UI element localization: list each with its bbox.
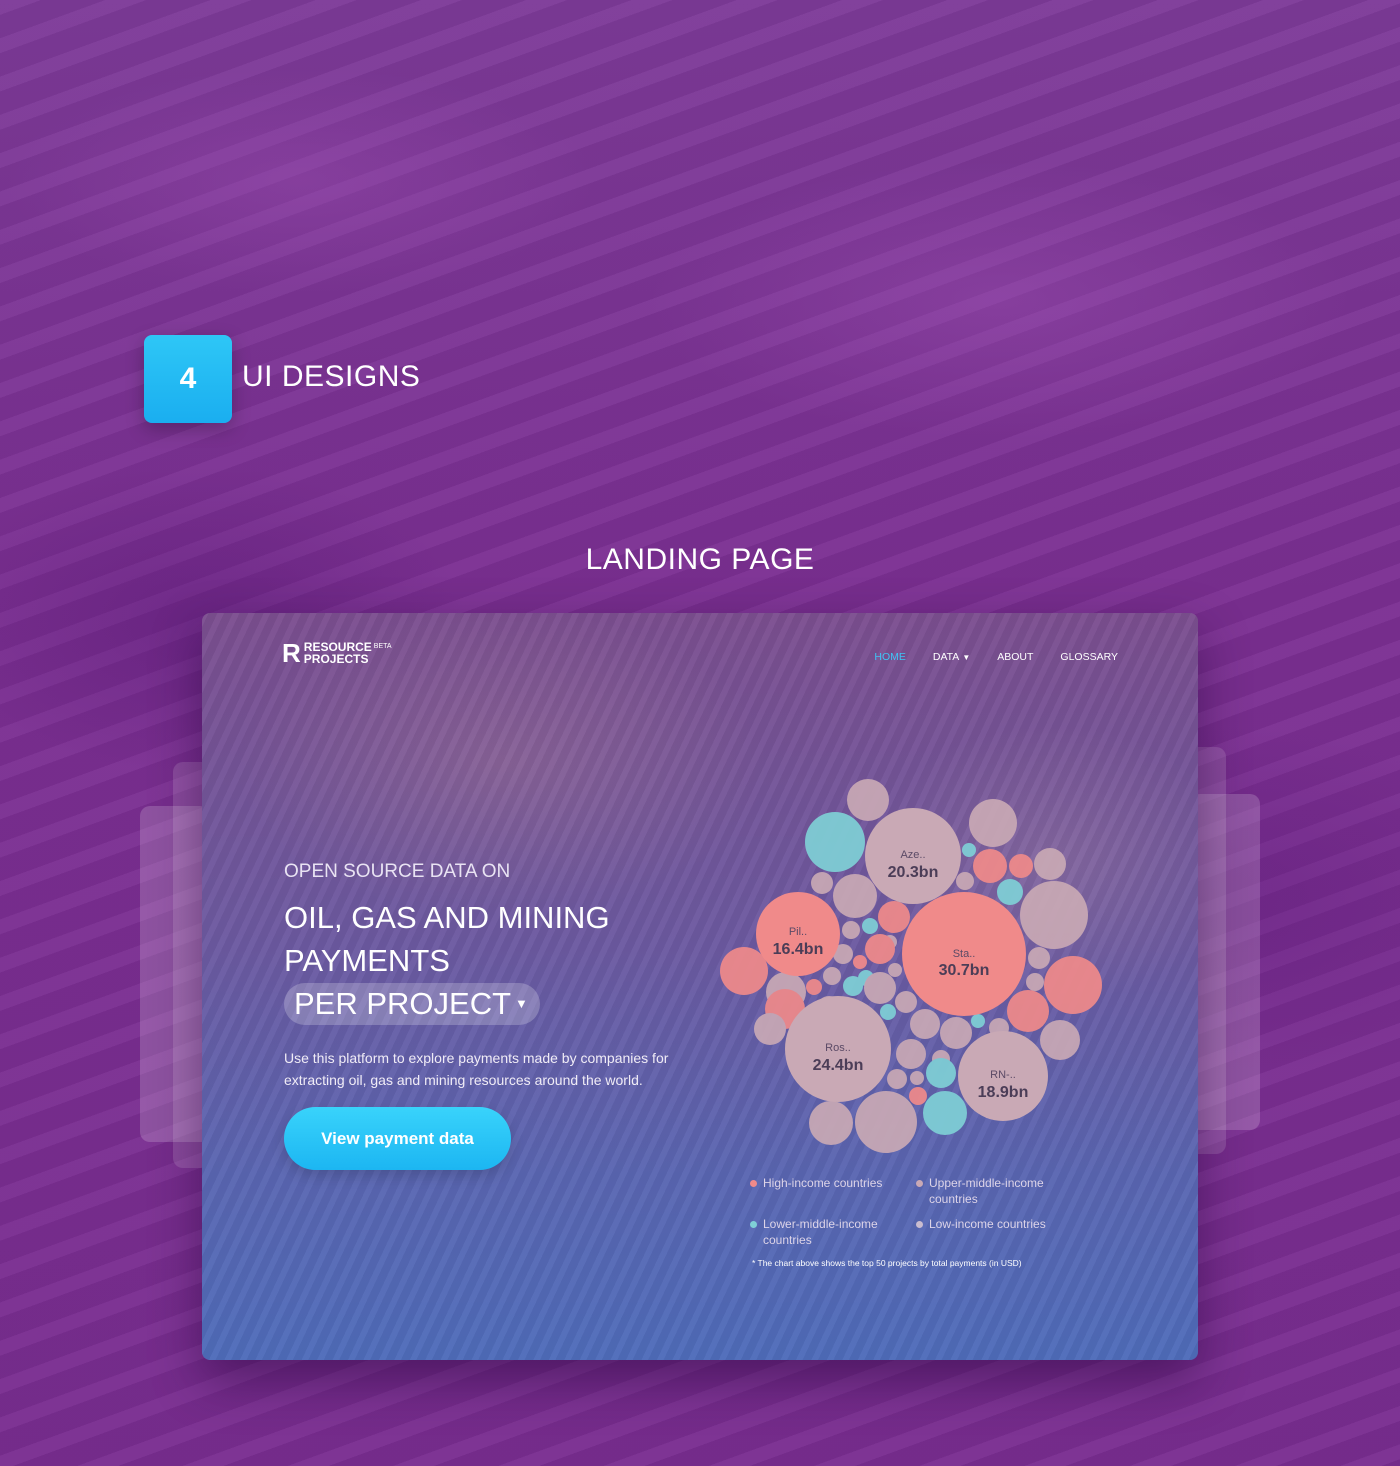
bubble bbox=[926, 1058, 956, 1088]
bubble-aze: Aze.. 20.3bn bbox=[865, 808, 961, 904]
bubble bbox=[956, 872, 974, 890]
bubble-value: 30.7bn bbox=[939, 962, 990, 979]
legend-label: Lower-middle-income countries bbox=[763, 1217, 878, 1247]
bubble-name: RN-.. bbox=[990, 1069, 1016, 1081]
bubble bbox=[880, 1004, 896, 1020]
bubble-rn: RN-.. 18.9bn bbox=[958, 1031, 1048, 1121]
bubble bbox=[754, 1013, 786, 1045]
bubble bbox=[940, 1017, 972, 1049]
bubble bbox=[1044, 956, 1102, 1014]
chart-footnote: * The chart above shows the top 50 proje… bbox=[752, 1258, 1022, 1268]
bubble-pil: Pil.. 16.4bn bbox=[756, 892, 840, 976]
bubble bbox=[842, 921, 860, 939]
section-title: UI DESIGNS bbox=[242, 360, 421, 393]
bubble-sta: Sta.. 30.7bn bbox=[902, 892, 1026, 1016]
subsection-title: LANDING PAGE bbox=[585, 543, 815, 576]
legend-dot-icon bbox=[916, 1180, 923, 1187]
bubble bbox=[809, 1101, 853, 1145]
bubble bbox=[971, 1014, 985, 1028]
bubble bbox=[1009, 854, 1033, 878]
bubble bbox=[1007, 990, 1049, 1032]
bubble-name: Pil.. bbox=[789, 926, 807, 938]
bubble bbox=[1026, 973, 1044, 991]
bubble bbox=[864, 972, 896, 1004]
bubble bbox=[878, 901, 910, 933]
bubble-name: Sta.. bbox=[953, 948, 976, 960]
ghost-card-right-front bbox=[1190, 794, 1260, 1130]
legend-dot-icon bbox=[916, 1221, 923, 1228]
bubble bbox=[720, 947, 768, 995]
legend-item[interactable]: High-income countries bbox=[750, 1175, 882, 1191]
bubble bbox=[1028, 947, 1050, 969]
bubble bbox=[811, 872, 833, 894]
bubble bbox=[997, 879, 1023, 905]
bubble bbox=[910, 1009, 940, 1039]
bubble bbox=[853, 955, 867, 969]
bubble bbox=[887, 1069, 907, 1089]
bubble-name: Aze.. bbox=[900, 849, 925, 861]
bubble bbox=[923, 1091, 967, 1135]
bubble-value: 16.4bn bbox=[773, 941, 824, 958]
landing-page-mockup: R RESOURCE BETA PROJECTS HOME DATA ▼ ABOUT… bbox=[202, 613, 1198, 1360]
bubble-ros: Ros.. 24.4bn bbox=[785, 996, 891, 1102]
legend-label: High-income countries bbox=[763, 1176, 883, 1190]
ghost-card-left-front bbox=[140, 806, 210, 1142]
legend-dot-icon bbox=[750, 1221, 757, 1228]
bubble bbox=[847, 779, 889, 821]
bubble bbox=[843, 976, 863, 996]
legend-item[interactable]: Lower-middle-income countries bbox=[750, 1216, 900, 1248]
legend-item[interactable]: Low-income countries bbox=[916, 1216, 1046, 1232]
bubble bbox=[1040, 1020, 1080, 1060]
legend-dot-icon bbox=[750, 1180, 757, 1187]
bubble-value: 18.9bn bbox=[978, 1084, 1029, 1101]
bubble bbox=[910, 1071, 924, 1085]
bubble bbox=[806, 979, 822, 995]
legend-label: Low-income countries bbox=[929, 1217, 1046, 1231]
legend-label: Upper-middle-income countries bbox=[929, 1176, 1044, 1206]
legend-item[interactable]: Upper-middle-income countries bbox=[916, 1175, 1056, 1207]
bubble-chart: Sta.. 30.7bn Ros.. 24.4bn Aze.. 20.3bn R… bbox=[720, 779, 1102, 1153]
bubble bbox=[895, 991, 917, 1013]
bubble bbox=[888, 963, 902, 977]
section-number-badge: 4 bbox=[144, 335, 232, 423]
bubble-value: 24.4bn bbox=[813, 1057, 864, 1074]
bubble bbox=[1020, 881, 1088, 949]
bubble bbox=[969, 799, 1017, 847]
bubble bbox=[909, 1087, 927, 1105]
bubble bbox=[962, 843, 976, 857]
bubble-name: Ros.. bbox=[825, 1042, 851, 1054]
bubble bbox=[855, 1091, 917, 1153]
bubble bbox=[805, 812, 865, 872]
bubble-value: 20.3bn bbox=[888, 864, 939, 881]
bubble bbox=[833, 874, 877, 918]
bubble bbox=[973, 849, 1007, 883]
bubble bbox=[1034, 848, 1066, 880]
bubble bbox=[865, 934, 895, 964]
bubble bbox=[896, 1039, 926, 1069]
bubble bbox=[823, 967, 841, 985]
bubble bbox=[862, 918, 878, 934]
